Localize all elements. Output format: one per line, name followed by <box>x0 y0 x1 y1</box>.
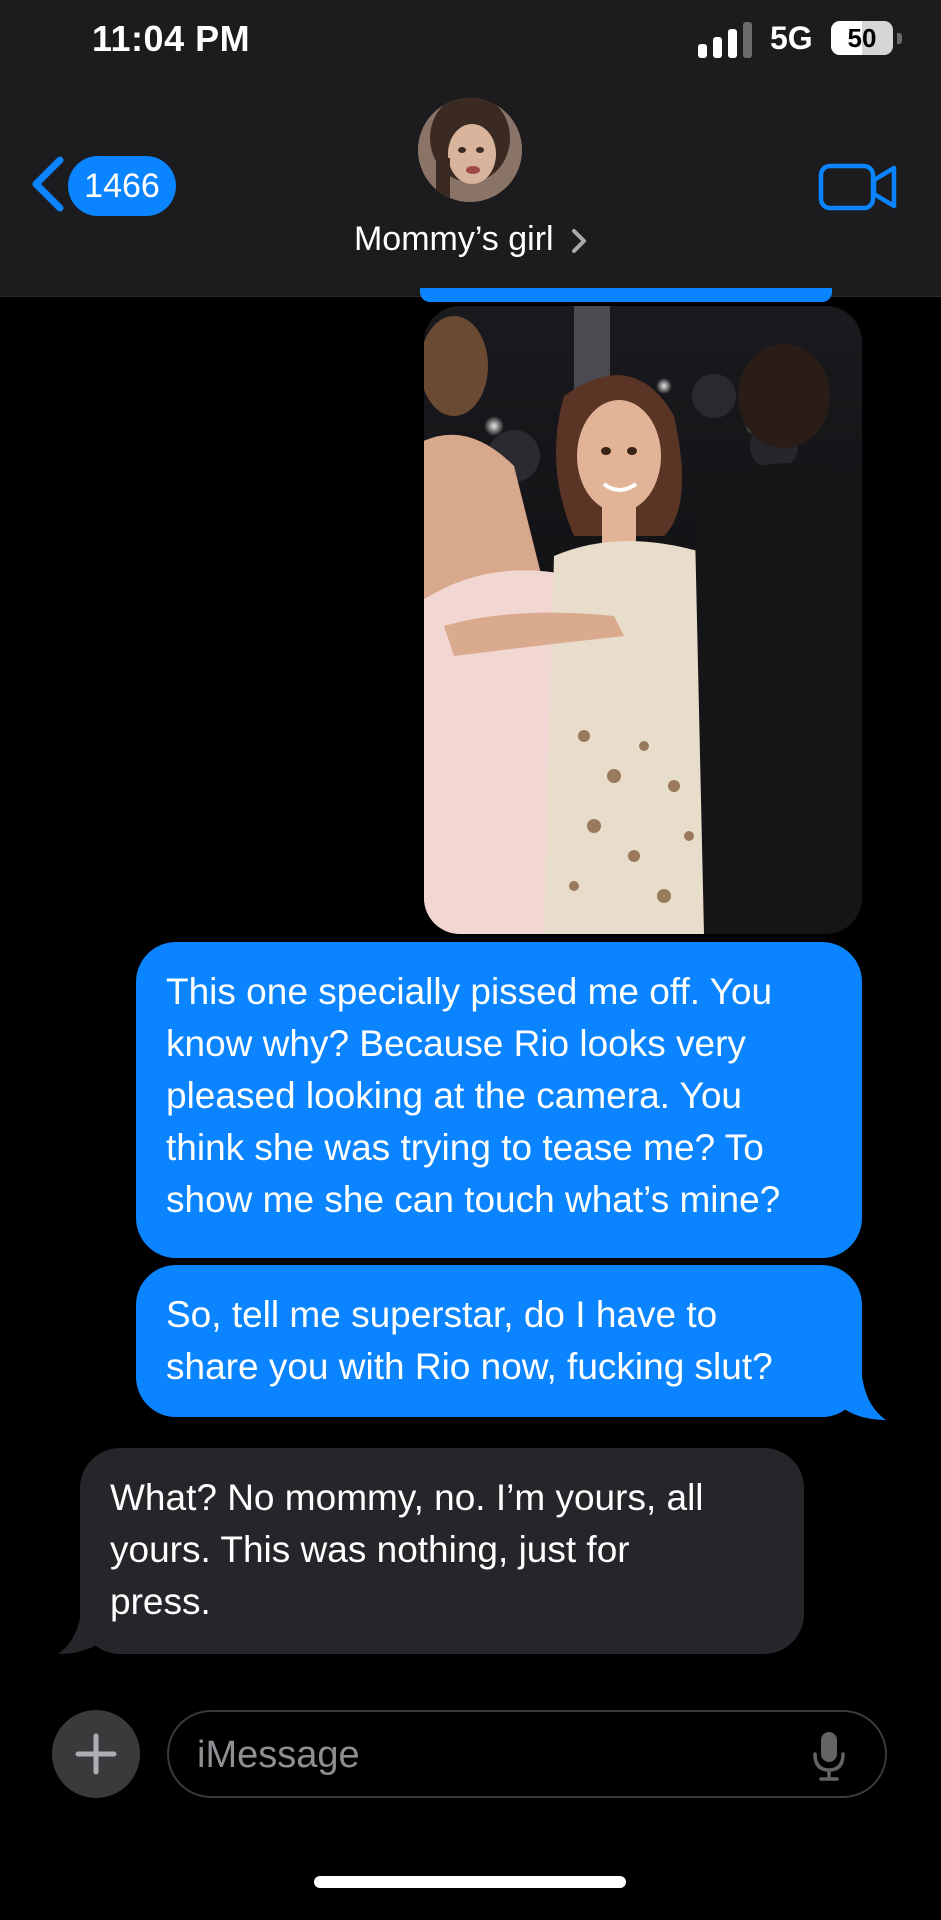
previous-message-edge <box>420 288 832 302</box>
back-chevron-icon[interactable] <box>26 154 70 214</box>
outgoing-message[interactable]: So, tell me superstar, do I have to shar… <box>136 1265 862 1417</box>
network-type: 5G <box>770 20 813 56</box>
contact-name-row[interactable]: Mommy’s girl <box>0 220 941 259</box>
conversation-header: 1466 Mommy’s girl <box>0 80 941 297</box>
photo-message[interactable] <box>424 306 862 934</box>
message-input-wrapper[interactable] <box>167 1710 887 1798</box>
outgoing-bubble-tail <box>840 1376 886 1420</box>
microphone-icon[interactable] <box>811 1730 847 1782</box>
unread-count-badge[interactable]: 1466 <box>68 156 176 216</box>
battery-icon: 50 <box>831 21 893 55</box>
compose-bar <box>0 1686 941 1920</box>
plus-icon <box>75 1733 117 1775</box>
battery-percent: 50 <box>847 23 877 53</box>
contact-avatar[interactable] <box>418 98 522 202</box>
message-input[interactable] <box>195 1712 799 1798</box>
photo-attachment-image <box>424 306 862 934</box>
incoming-message[interactable]: What? No mommy, no. I’m yours, all yours… <box>80 1448 804 1654</box>
outgoing-message[interactable]: This one specially pissed me off. You kn… <box>136 942 862 1258</box>
message-list[interactable]: This one specially pissed me off. You kn… <box>0 288 941 1686</box>
contact-name[interactable]: Mommy’s girl <box>354 220 554 258</box>
incoming-bubble-tail <box>58 1608 104 1654</box>
home-indicator[interactable] <box>314 1876 626 1888</box>
battery-tip <box>897 33 902 44</box>
chevron-right-icon <box>572 229 587 254</box>
status-bar: 11:04 PM 5G 50 <box>0 0 941 80</box>
video-camera-icon[interactable] <box>818 162 898 212</box>
status-time: 11:04 PM <box>92 18 251 59</box>
plus-button[interactable] <box>52 1710 140 1798</box>
signal-strength-icon <box>698 22 756 58</box>
